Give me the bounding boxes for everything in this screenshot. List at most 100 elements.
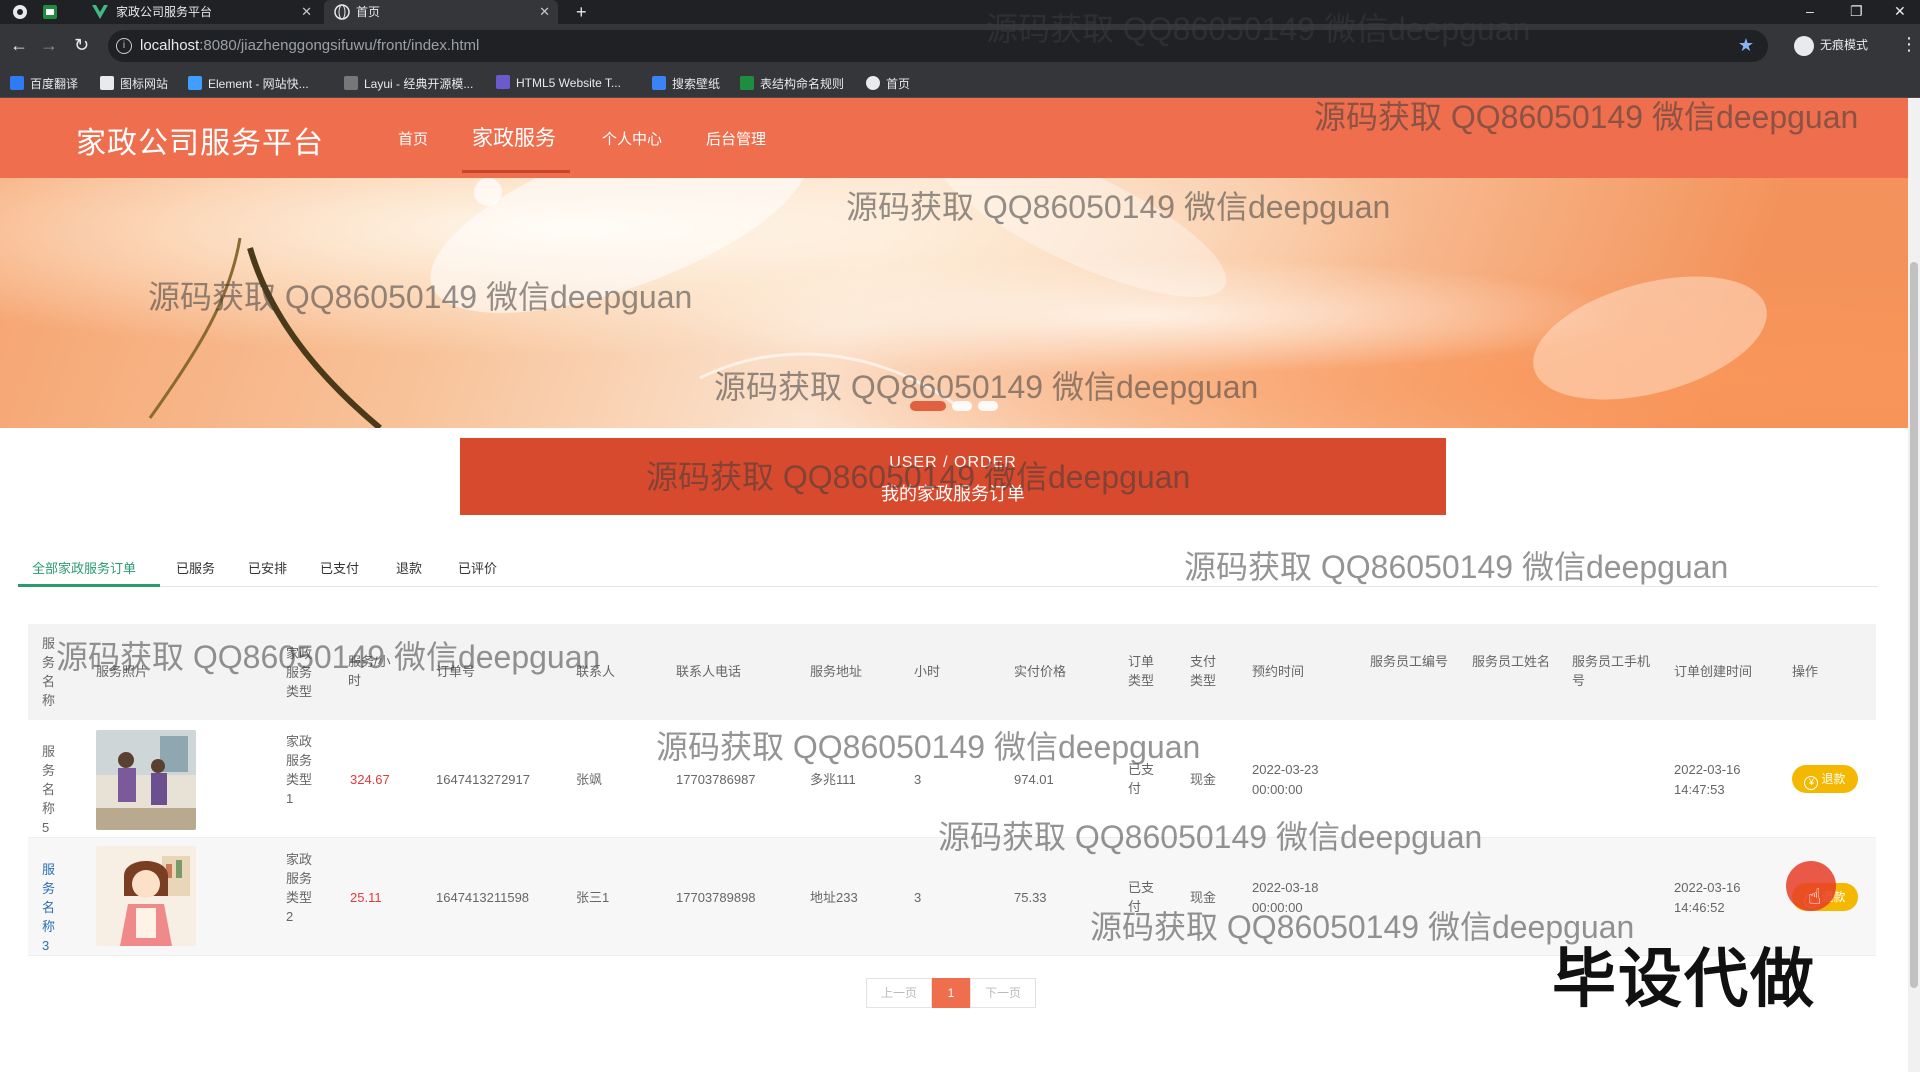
close-tab-icon[interactable]: ✕ [301,0,312,24]
new-tab-button[interactable]: + [576,0,587,24]
service-photo[interactable] [96,730,196,830]
browser-menu-icon[interactable]: ⋮ [1900,34,1918,55]
created-date: 2022-03-16 [1674,762,1741,777]
bookmark-label: 搜索壁纸 [672,77,721,91]
paid-amount: 75.33 [1014,890,1047,905]
column-header: 联系人 [576,664,616,679]
carousel-dot[interactable] [978,401,998,411]
bookmark-label: 首页 [886,77,911,91]
address-bar[interactable]: i localhost:8080/jiazhenggongsifuwu/fron… [108,30,1768,62]
page-number-button[interactable]: 1 [932,978,970,1008]
column-header: 服务/小时 [348,654,391,688]
column-header: 订单类型 [1128,654,1155,688]
tab-all-orders[interactable]: 全部家政服务订单 [32,558,136,577]
active-nav-indicator [462,170,570,173]
minimize-icon[interactable]: – [1806,0,1814,22]
url-path: :8080/jiazhenggongsifuwu/front/index.htm… [199,37,480,54]
bookmark-item[interactable]: 搜索壁纸 [652,75,720,92]
bookmark-label: 表结构命名规则 [760,77,845,91]
created-time: 14:47:53 [1674,782,1725,797]
service-type: 家政服务类型2 [286,852,313,924]
bookmark-item[interactable]: 首页 [866,75,910,92]
refund-label: 退款 [1821,772,1846,786]
column-header: 实付价格 [1014,664,1067,679]
bookmark-label: 百度翻译 [30,77,79,91]
order-number: 1647413211598 [436,890,530,905]
sheet-app-icon[interactable] [42,4,58,20]
carousel-dot[interactable] [910,401,946,411]
scrollbar-thumb[interactable] [1910,262,1918,988]
refund-button[interactable]: ¥退款 [1792,765,1858,793]
service-name[interactable]: 服务名称5 [42,742,58,837]
column-header: 服务员工编号 [1370,654,1449,669]
column-header: 服务照片 [96,664,149,679]
banner-carousel[interactable] [0,178,1908,428]
close-window-icon[interactable]: ✕ [1894,0,1906,22]
service-photo[interactable] [96,846,196,946]
next-page-button[interactable]: 下一页 [970,978,1036,1008]
hand-cursor-icon: ☝ [1808,884,1822,909]
nav-housekeeping[interactable]: 家政服务 [472,122,556,152]
back-icon[interactable]: ← [10,34,28,56]
pay-type: 现金 [1190,890,1217,905]
feather-illustration [148,178,1767,428]
globe-icon [866,76,880,90]
tab-arranged[interactable]: 已安排 [248,558,287,577]
nav-home[interactable]: 首页 [398,128,428,149]
bookmark-item[interactable]: Layui - 经典开源模... [344,75,473,92]
service-type: 家政服务类型1 [286,734,313,806]
column-header: 小时 [914,664,941,679]
browser-profile-icon[interactable] [12,4,28,20]
paid-amount: 974.01 [1014,772,1054,787]
tab-served[interactable]: 已服务 [176,558,215,577]
service-photo-image [96,846,196,946]
order-type: 已支付 [1128,880,1155,914]
order-section-banner: USER / ORDER 我的家政服务订单 [460,438,1446,515]
element-icon [188,76,202,90]
bookmark-label: 图标网站 [120,77,169,91]
forward-icon[interactable]: → [40,34,58,56]
url-text: localhost:8080/jiazhenggongsifuwu/front/… [140,37,479,54]
incognito-indicator[interactable]: 无痕模式 [1794,36,1868,56]
service-address: 地址233 [810,890,858,905]
service-address: 多兆111 [810,772,856,787]
orders-table: 服务名称 服务照片 家政服务类型 服务/小时 订单号 联系人 联系人电话 服务地… [28,624,1876,956]
bookmark-item[interactable]: 表结构命名规则 [740,75,844,92]
browser-tab-2[interactable]: 首页 ✕ [324,0,558,24]
prev-page-button[interactable]: 上一页 [866,978,932,1008]
bookmark-item[interactable]: Element - 网站快... [188,75,309,92]
bookmark-item[interactable]: 图标网站 [100,75,168,92]
tab-reviewed[interactable]: 已评价 [458,558,497,577]
close-tab-icon[interactable]: ✕ [539,0,550,24]
contact-name: 张三1 [576,890,610,905]
bookmark-item[interactable]: 百度翻译 [10,75,78,92]
nav-admin[interactable]: 后台管理 [706,128,766,149]
order-type: 已支付 [1128,762,1155,796]
column-header: 服务名称 [42,636,56,708]
site-logo[interactable]: 家政公司服务平台 [76,118,324,162]
browser-tab-bar: 家政公司服务平台 ✕ 首页 ✕ + – ❐ ✕ [0,0,1920,24]
restore-icon[interactable]: ❐ [1850,0,1863,22]
carousel-dot[interactable] [952,401,972,411]
site-info-icon[interactable]: i [116,38,132,54]
service-name[interactable]: 服务名称3 [42,860,58,955]
bookmark-item[interactable]: HTML5 Website T... [496,75,621,90]
browser-tab-1[interactable]: 家政公司服务平台 ✕ [70,0,320,24]
wallpaper-icon [652,76,666,90]
bookmark-label: Element - 网站快... [208,77,309,91]
reload-icon[interactable]: ↻ [74,34,89,56]
tab-paid[interactable]: 已支付 [320,558,359,577]
url-host: localhost [140,37,200,54]
carousel-dots [906,398,1000,416]
bookmark-star-icon[interactable]: ★ [1738,35,1754,56]
flag-icon [100,76,114,90]
tab-refund[interactable]: 退款 [396,558,422,577]
bookmarks-bar: 百度翻译 图标网站 Element - 网站快... Layui - 经典开源模… [0,68,1920,98]
table-row: 服务名称5 家政服务类型1 324.67 1647413272917 张飒 17… [28,720,1876,838]
price-per-hour: 324.67 [350,772,390,787]
column-header: 订单号 [436,664,476,679]
active-tab-indicator [18,584,160,587]
nav-personal-center[interactable]: 个人中心 [602,128,662,149]
table-header: 服务名称 服务照片 家政服务类型 服务/小时 订单号 联系人 联系人电话 服务地… [28,624,1876,720]
incognito-icon [1794,36,1814,56]
